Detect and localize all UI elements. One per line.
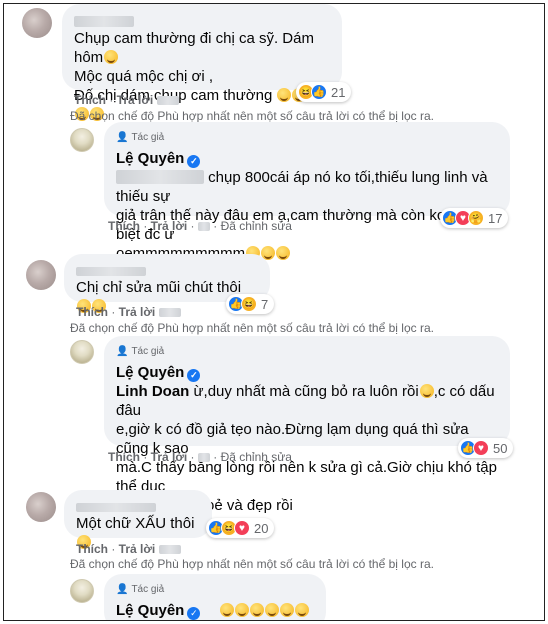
laugh-emoji-icon: [234, 603, 249, 617]
like-button[interactable]: Thích: [74, 93, 106, 107]
comment-bubble: 👤 Tác giả Lệ Quyên ✓ chụp 800cái áp nó ko …: [104, 122, 510, 262]
comment-text-line: ừ,duy nhất mà cũng bỏ ra luôn rồi: [193, 383, 419, 400]
love-icon: ♥: [234, 520, 250, 536]
comment-actions: Thích · Trả lời: [76, 305, 181, 319]
verified-badge-icon: ✓: [187, 369, 201, 382]
reaction-summary[interactable]: 👍 ♥ 50: [458, 438, 514, 458]
laugh-emoji-icon: [419, 384, 434, 398]
author-badge-icon: 👤: [116, 132, 129, 143]
reaction-count: 7: [261, 296, 269, 312]
reply-button[interactable]: Trả lời: [151, 219, 188, 233]
laugh-emoji-icon: [264, 603, 279, 617]
reaction-count: 17: [488, 210, 503, 226]
avatar[interactable]: [70, 128, 94, 152]
author-badge-icon: 👤: [116, 584, 129, 595]
reaction-count: 20: [254, 520, 269, 536]
avatar[interactable]: [26, 492, 56, 522]
laugh-emoji-icon: [279, 603, 294, 617]
filter-note: Đã chọn chế độ Phù hợp nhất nên một số c…: [70, 321, 434, 335]
reaction-summary[interactable]: 😆 👍 21: [296, 82, 352, 102]
like-icon: 👍: [311, 84, 327, 100]
reaction-count: 50: [493, 440, 508, 456]
laugh-emoji-icon: [294, 603, 309, 617]
comment-bubble: 👤 Tác giả Lệ Quyên ✓ Linh Doan ừ,duy nhất …: [104, 336, 510, 514]
comment-actions: Thích · Trả lời · · Đã chỉnh sửa: [108, 219, 292, 233]
laugh-emoji-icon: [104, 50, 119, 64]
avatar[interactable]: [70, 579, 94, 603]
love-icon: ♥: [473, 440, 489, 456]
comment-actions: Thích · Trả lời · · Đã chỉnh sửa: [108, 450, 292, 464]
author-badge: 👤 Tác giả: [116, 128, 498, 147]
author-badge-icon: 👤: [116, 346, 129, 357]
reply-button[interactable]: Trả lời: [119, 305, 156, 319]
laugh-emoji-icon: [219, 603, 234, 617]
comment-actions: Thích · Trả lời: [76, 542, 181, 556]
comment-text-line: Một chữ XẤU thôi: [76, 515, 195, 532]
like-button[interactable]: Thích: [76, 305, 108, 319]
filter-note: Đã chọn chế độ Phù hợp nhất nên một số c…: [70, 557, 434, 571]
reaction-summary[interactable]: 👍 😆 ♥ 20: [206, 518, 275, 538]
comment-bubble: Chụp cam thường đi chị ca sỹ. Dám hôm Mộ…: [62, 4, 342, 121]
like-button[interactable]: Thích: [108, 219, 140, 233]
reply-button[interactable]: Trả lời: [151, 450, 188, 464]
commenter-name[interactable]: [74, 11, 330, 29]
mention[interactable]: [116, 170, 204, 184]
author-name[interactable]: Lệ Quyên ✓: [116, 149, 498, 168]
comment-text-line: Chị chỉ sửa mũi chút thôi: [76, 279, 242, 296]
reply-button[interactable]: Trả lời: [119, 542, 156, 556]
emoji-icon: [276, 246, 291, 260]
author-name[interactable]: Lệ Quyên: [116, 602, 184, 619]
avatar[interactable]: [70, 340, 94, 364]
comment-text-line: Mộc quá mộc chị ơi ,: [74, 68, 214, 85]
reaction-summary[interactable]: 👍 😆 7: [226, 294, 275, 314]
like-button[interactable]: Thích: [76, 542, 108, 556]
avatar[interactable]: [22, 8, 52, 38]
comments-screenshot: Chụp cam thường đi chị ca sỹ. Dám hôm Mộ…: [3, 3, 545, 621]
commenter-name[interactable]: [76, 261, 258, 278]
care-icon: 🤗: [468, 210, 484, 226]
comment-actions: Thích · Trả lời: [74, 93, 179, 107]
commenter-name[interactable]: [76, 497, 200, 514]
reaction-count: 21: [331, 84, 346, 100]
comment-bubble: Một chữ XẤU thôi: [64, 490, 212, 549]
edited-label: Đã chỉnh sửa: [220, 450, 292, 464]
verified-badge-icon: ✓: [187, 155, 201, 168]
avatar[interactable]: [26, 260, 56, 290]
reaction-summary[interactable]: 👍 ♥ 🤗 17: [440, 208, 509, 228]
author-badge: 👤 Tác giả: [116, 580, 314, 599]
laugh-emoji-icon: [249, 603, 264, 617]
filter-note: Đã chọn chế độ Phù hợp nhất nên một số c…: [70, 109, 434, 123]
author-name[interactable]: Lệ Quyên ✓: [116, 363, 498, 382]
haha-icon: 😆: [241, 296, 257, 312]
reply-button[interactable]: Trả lời: [117, 93, 154, 107]
author-badge: 👤 Tác giả: [116, 342, 498, 361]
like-button[interactable]: Thích: [108, 450, 140, 464]
edited-label: Đã chỉnh sửa: [220, 219, 292, 233]
verified-badge-icon: ✓: [187, 607, 201, 620]
mention[interactable]: Linh Doan: [116, 383, 189, 400]
comment-bubble: 👤 Tác giả Lệ Quyên ✓: [104, 574, 326, 620]
laugh-emoji-icon: [277, 88, 292, 102]
